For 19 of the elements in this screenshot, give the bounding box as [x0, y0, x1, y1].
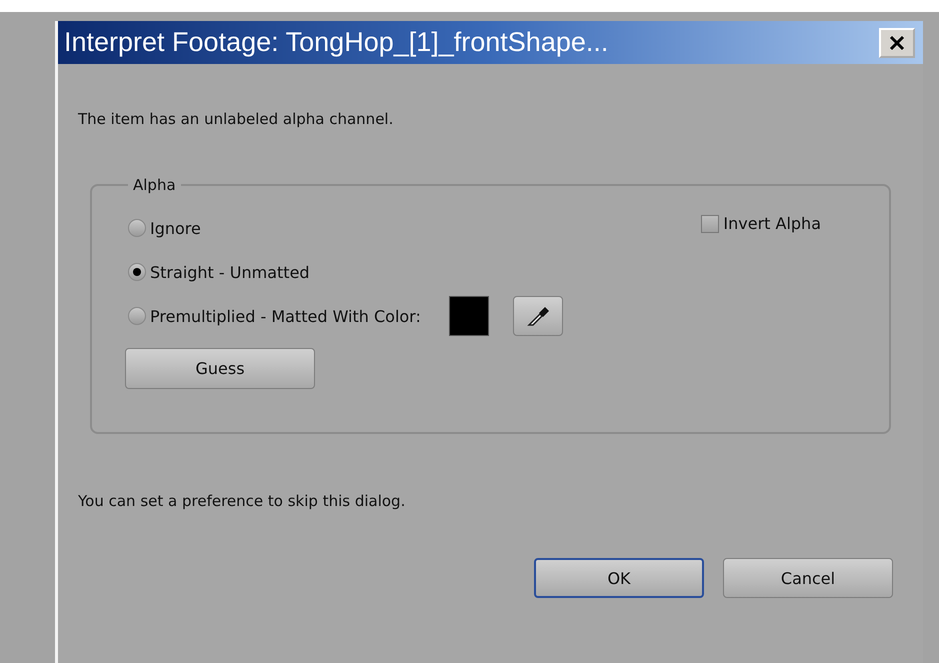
footer-text: You can set a preference to skip this dialog. [78, 492, 406, 510]
window-title: Interpret Footage: TongHop_[1]_frontShape... [64, 27, 608, 58]
eyedropper-button[interactable] [512, 296, 563, 336]
radio-button[interactable] [128, 219, 146, 237]
radio-button[interactable] [128, 307, 146, 325]
option-label[interactable]: Straight - Unmatted [150, 262, 310, 282]
dialog-button[interactable]: Cancel [723, 558, 893, 598]
close-icon [888, 34, 906, 52]
radio-button[interactable] [128, 263, 146, 281]
close-button[interactable] [879, 28, 915, 58]
checkbox[interactable] [701, 214, 720, 232]
color-swatch[interactable] [448, 296, 489, 336]
group-title: Alpha [132, 176, 177, 194]
message-text: The item has an unlabeled alpha channel. [78, 110, 394, 128]
option-label[interactable]: Premultiplied - Matted With Color: [150, 306, 421, 326]
checkbox-label[interactable]: Invert Alpha [723, 214, 821, 233]
guess-button[interactable]: Guess [125, 348, 315, 389]
dialog-button[interactable]: OK [534, 558, 704, 598]
option-label[interactable]: Ignore [150, 218, 201, 238]
